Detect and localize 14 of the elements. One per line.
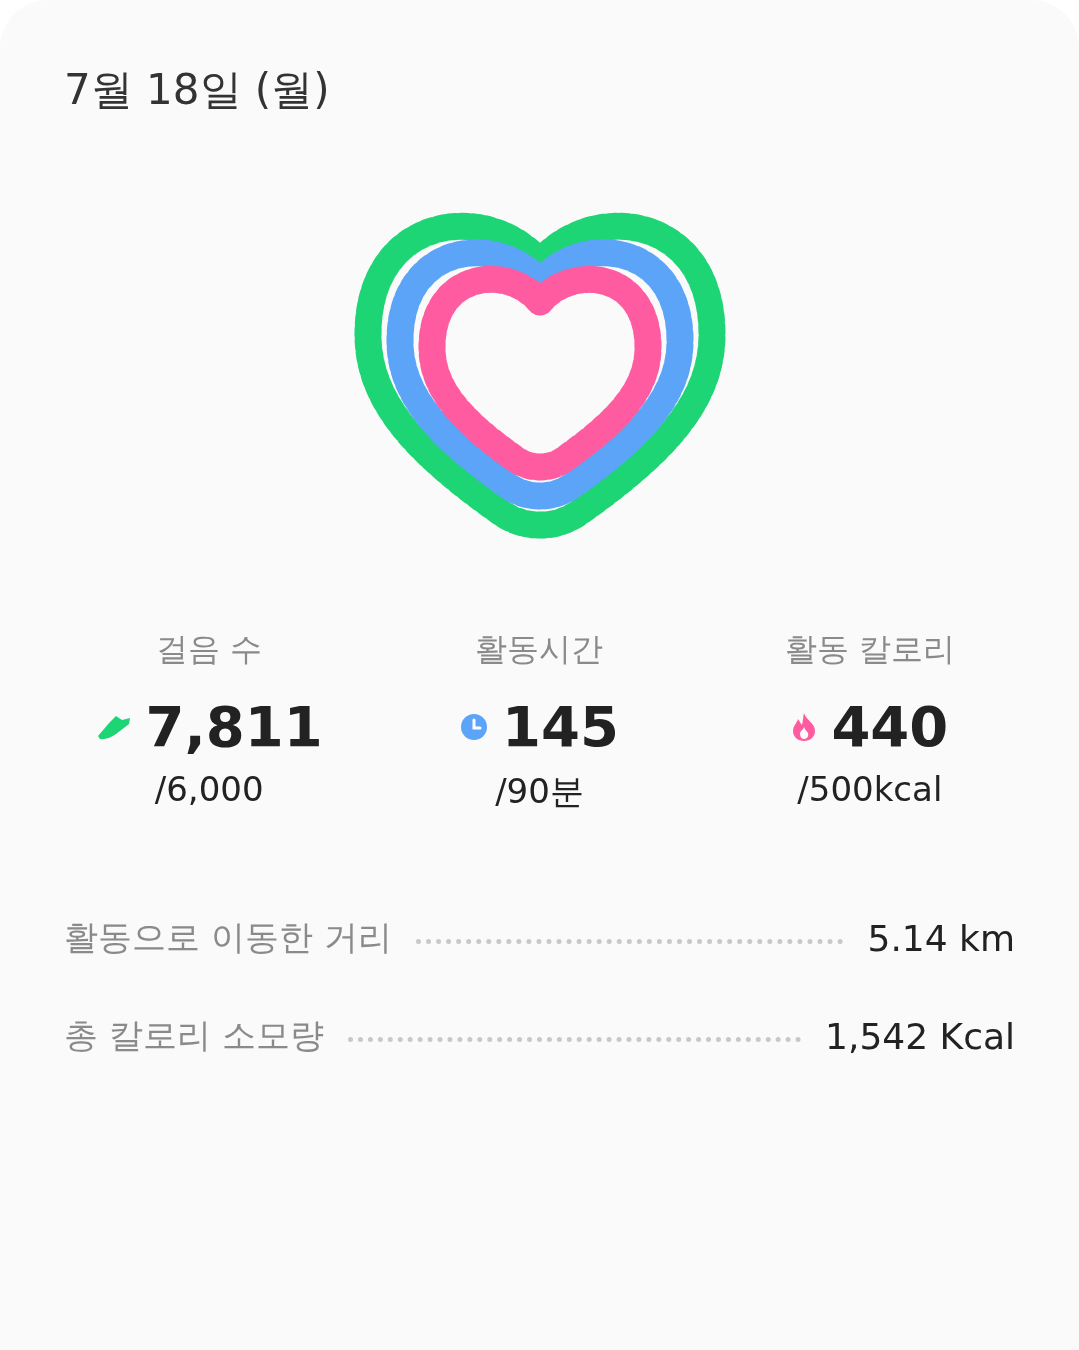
stat-value: 145 — [502, 694, 619, 759]
stat-value: 7,811 — [145, 694, 323, 759]
summary-label: 활동으로 이동한 거리 — [64, 916, 392, 959]
stat-goal: /6,000 — [154, 769, 264, 809]
stat-goal: /90분 — [495, 770, 584, 813]
date-title: 7월 18일 (월) — [64, 64, 331, 116]
stat-value: 440 — [831, 694, 949, 759]
stat-label: 활동시간 — [475, 629, 604, 670]
summary-value: 5.14 km — [867, 917, 1015, 959]
summary-label: 총 칼로리 소모량 — [64, 1014, 324, 1057]
stat-goal: /500kcal — [797, 769, 943, 809]
summary-value: 1,542 Kcal — [825, 1015, 1015, 1057]
stat-label: 활동 칼로리 — [784, 629, 955, 670]
stat-label: 걸음 수 — [156, 629, 263, 670]
